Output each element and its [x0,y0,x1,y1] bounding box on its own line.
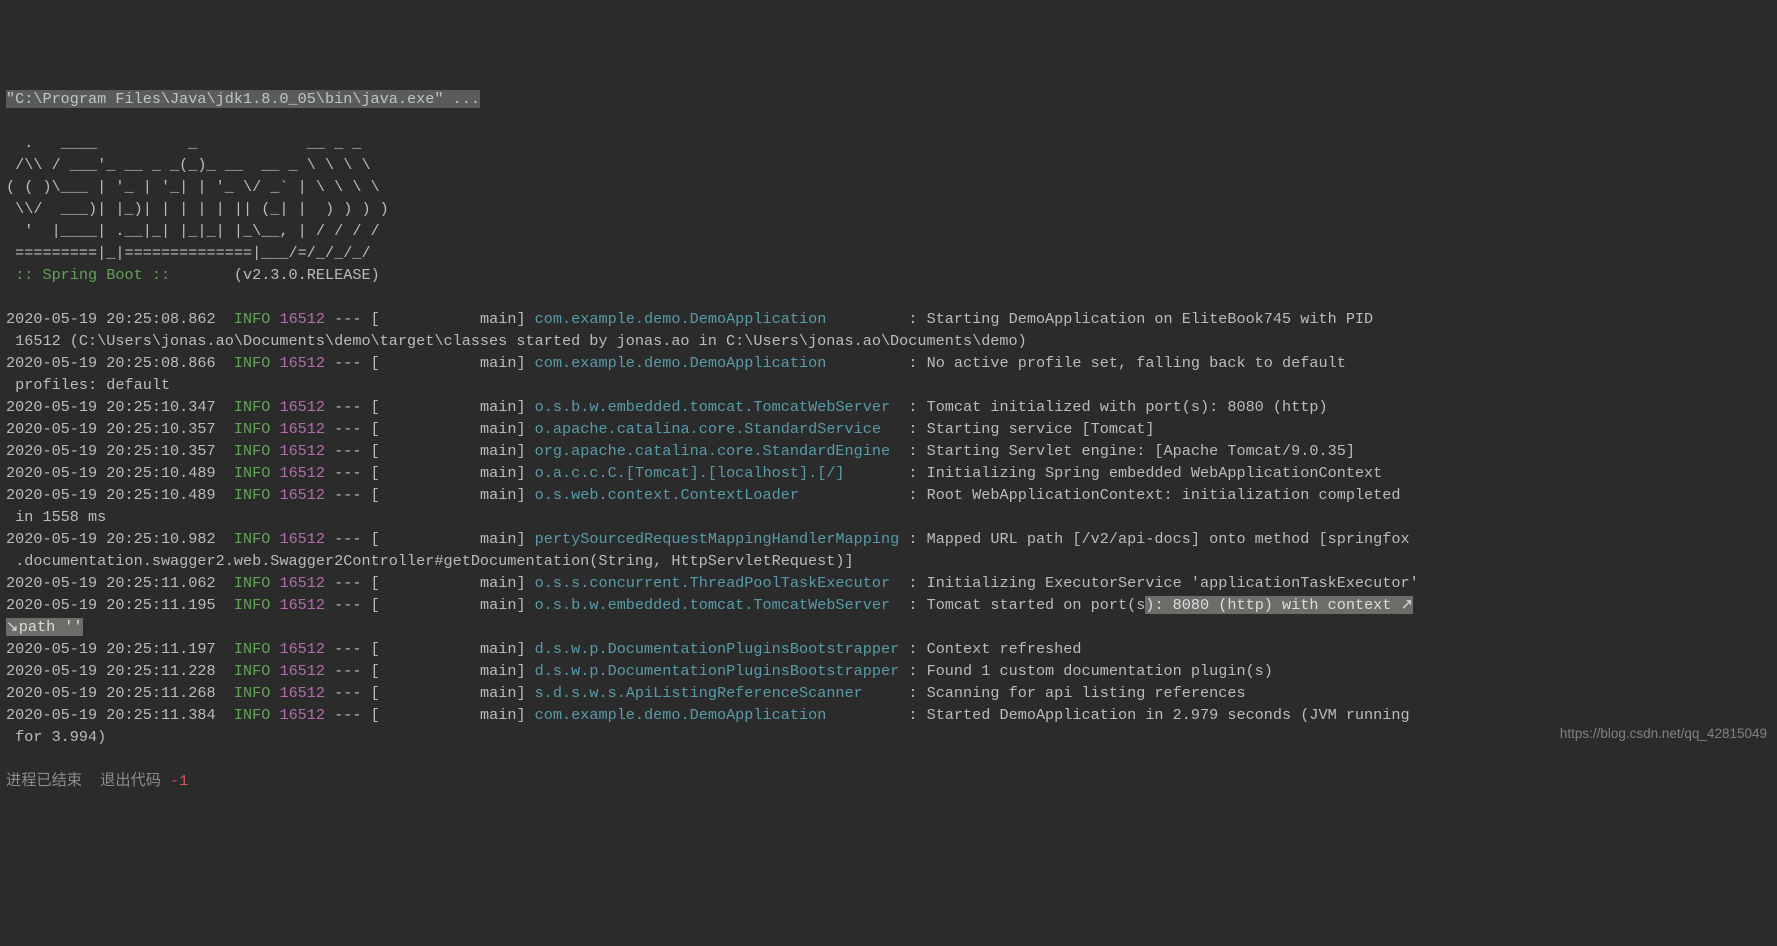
spring-banner: ( ( )\___ | '_ | '_| | '_ \/ _` | \ \ \ … [6,178,380,196]
log-line: 2020-05-19 20:25:10.489 INFO 16512 --- [… [6,464,1382,482]
log-line: 2020-05-19 20:25:08.862 INFO 16512 --- [… [6,310,1373,328]
log-line: 2020-05-19 20:25:11.384 INFO 16512 --- [… [6,706,1410,724]
spring-banner: =========|_|==============|___/=/_/_/_/ [6,244,371,262]
log-continuation: profiles: default [6,376,170,394]
log-continuation: 16512 (C:\Users\jonas.ao\Documents\demo\… [6,332,1027,350]
log-line: 2020-05-19 20:25:11.062 INFO 16512 --- [… [6,574,1419,592]
spring-boot-label: :: Spring Boot :: [6,266,179,284]
log-line: 2020-05-19 20:25:11.268 INFO 16512 --- [… [6,684,1246,702]
cmdline-highlight: "C:\Program Files\Java\jdk1.8.0_05\bin\j… [6,90,480,108]
log-line: 2020-05-19 20:25:10.489 INFO 16512 --- [… [6,486,1401,504]
spring-banner: ' |____| .__|_| |_|_| |_\__, | / / / / [6,222,380,240]
exit-text: 进程已结束 退出代码 [6,772,170,790]
log-line: 2020-05-19 20:25:08.866 INFO 16512 --- [… [6,354,1346,372]
log-line: 2020-05-19 20:25:11.197 INFO 16512 --- [… [6,640,1082,658]
spring-banner: \\/ ___)| |_)| | | | | || (_| | ) ) ) ) [6,200,389,218]
log-line: 2020-05-19 20:25:11.228 INFO 16512 --- [… [6,662,1273,680]
exit-code: -1 [170,772,188,790]
spring-banner: /\\ / ___'_ __ _ _(_)_ __ __ _ \ \ \ \ [6,156,371,174]
log-line: 2020-05-19 20:25:10.347 INFO 16512 --- [… [6,398,1328,416]
log-continuation: for 3.994) [6,728,106,746]
log-line: 2020-05-19 20:25:11.195 INFO 16512 --- [… [6,596,1413,614]
spring-version: (v2.3.0.RELEASE) [179,266,380,284]
selected-text: ): 8080 (http) with context ↗ [1145,596,1413,614]
log-line: 2020-05-19 20:25:10.357 INFO 16512 --- [… [6,420,1154,438]
spring-banner: . ____ _ __ _ _ [6,134,361,152]
watermark: https://blog.csdn.net/qq_42815049 [1560,723,1767,745]
log-line: 2020-05-19 20:25:10.982 INFO 16512 --- [… [6,530,1410,548]
log-line: 2020-05-19 20:25:10.357 INFO 16512 --- [… [6,442,1355,460]
log-continuation: .documentation.swagger2.web.Swagger2Cont… [6,552,854,570]
selected-text: ↘path '' [6,618,83,636]
log-continuation: in 1558 ms [6,508,106,526]
console-output[interactable]: "C:\Program Files\Java\jdk1.8.0_05\bin\j… [6,88,1771,792]
